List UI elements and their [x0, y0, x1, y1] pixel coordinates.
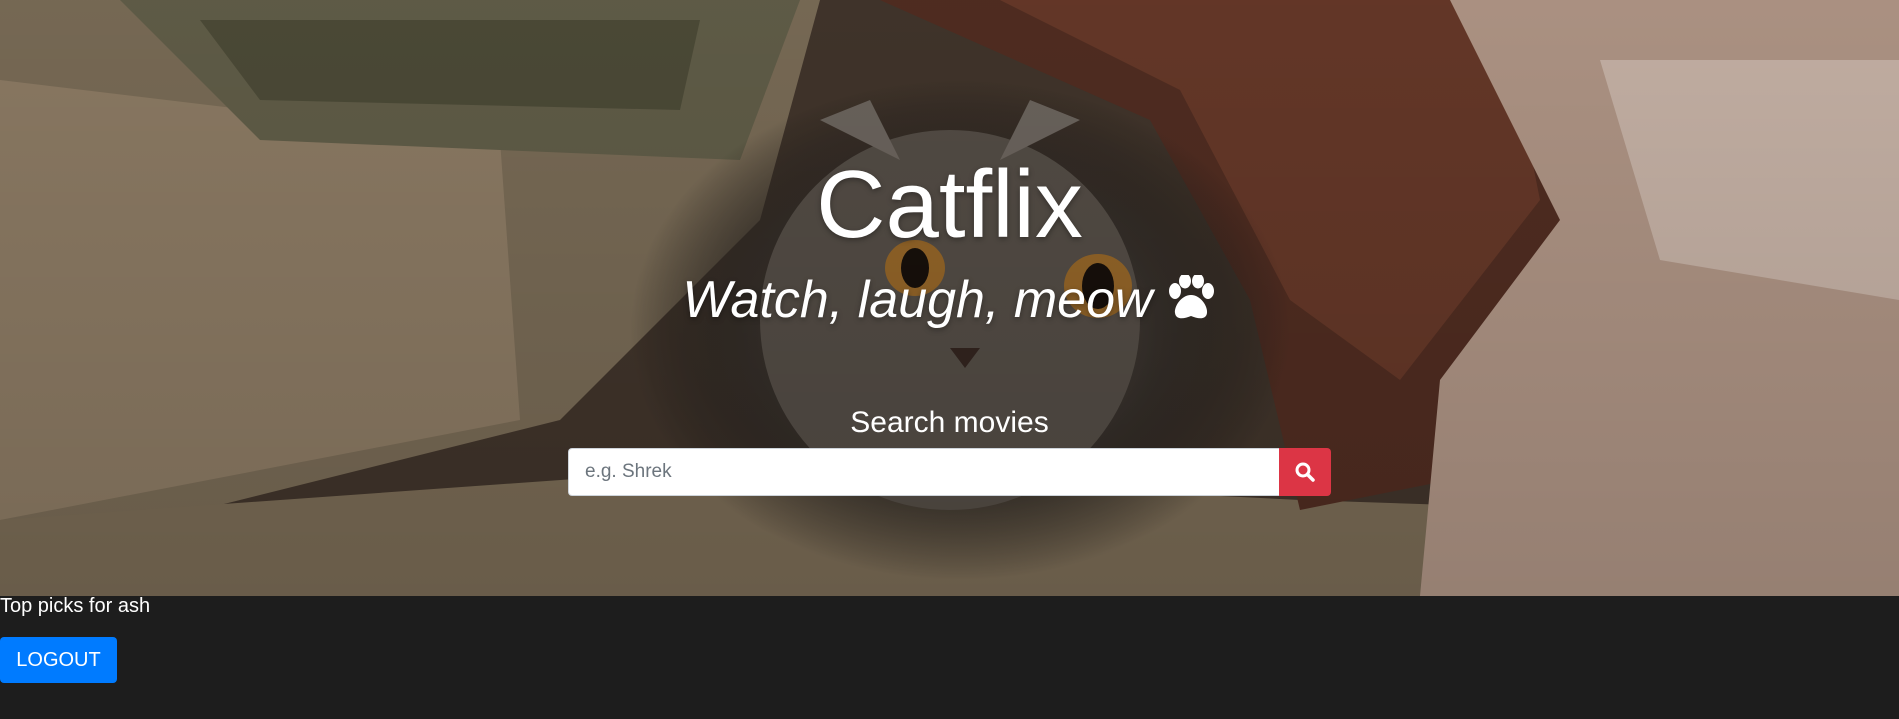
search-bar — [568, 448, 1331, 496]
tagline-text: Watch, laugh, meow — [682, 271, 1153, 329]
search-button[interactable] — [1279, 448, 1331, 496]
logout-button[interactable]: LOGOUT — [0, 637, 117, 683]
search-icon — [1295, 462, 1315, 482]
app-title: Catflix — [816, 151, 1083, 258]
tagline: Watch, laugh, meow — [0, 270, 1899, 334]
search-label: Search movies — [850, 406, 1049, 439]
top-picks-heading: Top picks for ash — [0, 595, 151, 617]
paw-icon — [1165, 273, 1217, 334]
search-input[interactable] — [568, 448, 1279, 496]
hero-section: Catflix Watch, laugh, meow Search movies — [0, 0, 1899, 596]
